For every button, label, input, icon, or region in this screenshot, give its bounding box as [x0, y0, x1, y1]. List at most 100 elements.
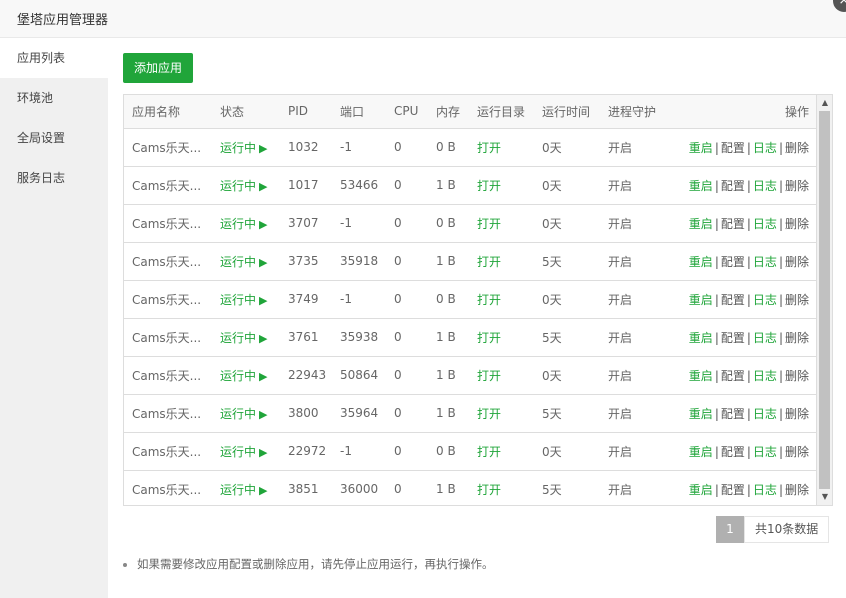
delete-link[interactable]: 删除	[785, 217, 809, 231]
app-name-cell: Cams乐天...	[124, 470, 212, 505]
status-cell[interactable]: 运行中 ▶	[212, 204, 280, 243]
restart-link[interactable]: 重启	[689, 217, 713, 231]
status-cell[interactable]: 运行中 ▶	[212, 470, 280, 505]
log-link[interactable]: 日志	[753, 483, 777, 497]
open-dir-link[interactable]: 打开	[469, 356, 534, 395]
table-row: Cams乐天... 运行中 ▶ 1017 53466 0 1 B 打开 0天 开启 重启 | 配置 | 日志…	[124, 166, 816, 205]
config-link[interactable]: 配置	[721, 407, 745, 421]
delete-link[interactable]: 删除	[785, 293, 809, 307]
log-link[interactable]: 日志	[753, 293, 777, 307]
delete-link[interactable]: 删除	[785, 407, 809, 421]
log-link[interactable]: 日志	[753, 369, 777, 383]
open-dir-link[interactable]: 打开	[469, 204, 534, 243]
cpu-cell: 0	[386, 470, 428, 505]
restart-link[interactable]: 重启	[689, 255, 713, 269]
page-number-button[interactable]: 1	[716, 516, 744, 543]
mem-cell: 1 B	[428, 470, 469, 505]
table-row: Cams乐天... 运行中 ▶ 3851 36000 0 1 B 打开 5天 开启 重启 | 配置 | 日志…	[124, 470, 816, 505]
table-scrollbar[interactable]: ▲ ▼	[816, 95, 832, 505]
play-icon: ▶	[259, 217, 268, 231]
log-link[interactable]: 日志	[753, 331, 777, 345]
config-link[interactable]: 配置	[721, 369, 745, 383]
action-separator: |	[778, 368, 783, 383]
status-cell[interactable]: 运行中 ▶	[212, 166, 280, 205]
open-dir-link[interactable]: 打开	[469, 166, 534, 205]
delete-link[interactable]: 删除	[785, 255, 809, 269]
delete-link[interactable]: 删除	[785, 179, 809, 193]
config-link[interactable]: 配置	[721, 445, 745, 459]
app-name-cell: Cams乐天...	[124, 166, 212, 205]
restart-link[interactable]: 重启	[689, 407, 713, 421]
restart-link[interactable]: 重启	[689, 293, 713, 307]
scroll-up-icon[interactable]: ▲	[817, 95, 832, 111]
action-separator: |	[714, 482, 719, 497]
delete-link[interactable]: 删除	[785, 369, 809, 383]
action-separator: |	[714, 254, 719, 269]
port-cell: 35964	[332, 394, 386, 433]
status-cell[interactable]: 运行中 ▶	[212, 394, 280, 433]
config-link[interactable]: 配置	[721, 217, 745, 231]
sidebar-item-global-settings[interactable]: 全局设置	[0, 118, 108, 158]
sidebar-item-service-log[interactable]: 服务日志	[0, 158, 108, 198]
col-header-port: 端口	[332, 95, 386, 129]
log-link[interactable]: 日志	[753, 407, 777, 421]
actions-cell: 重启 | 配置 | 日志 | 删除	[672, 432, 816, 471]
log-link[interactable]: 日志	[753, 141, 777, 155]
status-cell[interactable]: 运行中 ▶	[212, 128, 280, 167]
log-link[interactable]: 日志	[753, 179, 777, 193]
pid-cell: 22943	[280, 356, 332, 395]
delete-link[interactable]: 删除	[785, 483, 809, 497]
status-cell[interactable]: 运行中 ▶	[212, 242, 280, 281]
scroll-down-icon[interactable]: ▼	[817, 489, 832, 505]
open-dir-link[interactable]: 打开	[469, 394, 534, 433]
pid-cell: 3707	[280, 204, 332, 243]
restart-link[interactable]: 重启	[689, 483, 713, 497]
delete-link[interactable]: 删除	[785, 141, 809, 155]
restart-link[interactable]: 重启	[689, 445, 713, 459]
play-icon: ▶	[259, 445, 268, 459]
delete-link[interactable]: 删除	[785, 331, 809, 345]
log-link[interactable]: 日志	[753, 255, 777, 269]
close-icon[interactable]: ×	[833, 0, 846, 12]
status-text: 运行中	[220, 330, 257, 345]
status-cell[interactable]: 运行中 ▶	[212, 356, 280, 395]
open-dir-link[interactable]: 打开	[469, 128, 534, 167]
restart-link[interactable]: 重启	[689, 141, 713, 155]
port-cell: 36000	[332, 470, 386, 505]
config-link[interactable]: 配置	[721, 293, 745, 307]
restart-link[interactable]: 重启	[689, 331, 713, 345]
table-row: Cams乐天... 运行中 ▶ 22972 -1 0 0 B 打开 0天 开启 重启 | 配置 | 日志 | 删…	[124, 432, 816, 471]
col-header-mem: 内存	[428, 95, 469, 129]
open-dir-link[interactable]: 打开	[469, 242, 534, 281]
mem-cell: 1 B	[428, 356, 469, 395]
add-app-button[interactable]: 添加应用	[123, 53, 193, 83]
actions-cell: 重启 | 配置 | 日志 | 删除	[672, 128, 816, 167]
mem-cell: 0 B	[428, 280, 469, 319]
sidebar-item-env-pool[interactable]: 环境池	[0, 78, 108, 118]
config-link[interactable]: 配置	[721, 179, 745, 193]
pid-cell: 3761	[280, 318, 332, 357]
open-dir-link[interactable]: 打开	[469, 280, 534, 319]
delete-link[interactable]: 删除	[785, 445, 809, 459]
port-cell: -1	[332, 280, 386, 319]
status-cell[interactable]: 运行中 ▶	[212, 280, 280, 319]
config-link[interactable]: 配置	[721, 255, 745, 269]
config-link[interactable]: 配置	[721, 483, 745, 497]
config-link[interactable]: 配置	[721, 141, 745, 155]
status-text: 运行中	[220, 216, 257, 231]
log-link[interactable]: 日志	[753, 217, 777, 231]
log-link[interactable]: 日志	[753, 445, 777, 459]
restart-link[interactable]: 重启	[689, 369, 713, 383]
open-dir-link[interactable]: 打开	[469, 318, 534, 357]
status-cell[interactable]: 运行中 ▶	[212, 432, 280, 471]
open-dir-link[interactable]: 打开	[469, 470, 534, 505]
open-dir-link[interactable]: 打开	[469, 432, 534, 471]
status-cell[interactable]: 运行中 ▶	[212, 318, 280, 357]
restart-link[interactable]: 重启	[689, 179, 713, 193]
actions-cell: 重启 | 配置 | 日志 | 删除	[672, 204, 816, 243]
sidebar-item-app-list[interactable]: 应用列表	[0, 38, 108, 78]
scrollbar-thumb[interactable]	[819, 111, 830, 489]
mem-cell: 0 B	[428, 204, 469, 243]
table-row: Cams乐天... 运行中 ▶ 3735 35918 0 1 B 打开 5天 开启 重启 | 配置 | 日志…	[124, 242, 816, 281]
config-link[interactable]: 配置	[721, 331, 745, 345]
